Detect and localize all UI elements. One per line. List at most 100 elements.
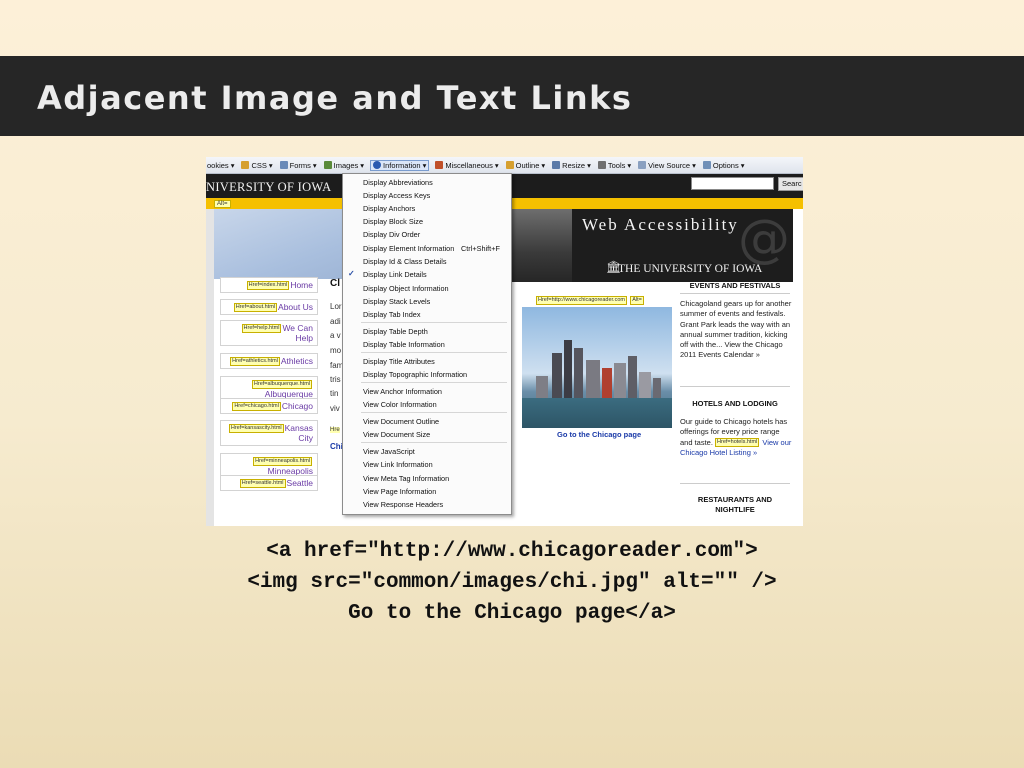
code-line-img-tag: <img src="common/images/chi.jpg" alt="" … [247, 571, 777, 594]
menu-item-view-javascript[interactable]: View JavaScript [363, 447, 415, 456]
info-icon [373, 161, 382, 169]
toolbar-view-source[interactable]: View Source ▾ [637, 161, 697, 170]
menu-item-view-link-information[interactable]: View Link Information [363, 460, 433, 469]
menu-item-view-color-information[interactable]: View Color Information [363, 400, 437, 409]
at-sign-graphic: @ [738, 209, 790, 269]
toolbar-tools-label: Tools [607, 160, 626, 170]
menu-item-display-stack-levels[interactable]: Display Stack Levels [363, 297, 430, 306]
nav-label: We Can Help [282, 323, 313, 344]
banner-person-photo [510, 209, 572, 282]
href-tag: Href=kansascity.html [228, 424, 284, 434]
pencil-icon [505, 161, 514, 169]
search-button[interactable]: Searc [778, 177, 803, 191]
content-link[interactable]: Chi [330, 442, 343, 451]
nav-label: Kansas City [284, 423, 313, 444]
nav-item-athletics[interactable]: Href=athletics.html Athletics [220, 353, 318, 370]
href-tag: Href=chicago.html [232, 402, 281, 412]
toolbar-images[interactable]: Images ▾ [323, 161, 365, 170]
chevron-down-icon: ▾ [692, 160, 696, 170]
form-icon [279, 161, 288, 169]
href-tag: Href=about.html [233, 303, 278, 313]
information-dropdown-menu: Display Abbreviations Display Access Key… [342, 173, 512, 515]
toolbar-forms-label: Forms [289, 160, 311, 170]
toolbar-outline[interactable]: Outline ▾ [505, 161, 547, 170]
resize-icon [552, 161, 561, 169]
pencil-icon [241, 161, 250, 169]
chevron-down-icon: ▾ [587, 160, 591, 170]
image-icon [323, 161, 332, 169]
toolbar-forms[interactable]: Forms ▾ [279, 161, 318, 170]
menu-item-display-anchors[interactable]: Display Anchors [363, 204, 415, 213]
menu-item-view-meta-tag-information[interactable]: View Meta Tag Information [363, 474, 449, 483]
left-rail [206, 209, 214, 526]
content-text: a v [330, 331, 341, 340]
content-heading: Cl [330, 278, 340, 289]
menu-item-display-access-keys[interactable]: Display Access Keys [363, 191, 430, 200]
toolbar-css-label: CSS [251, 160, 267, 170]
href-tag: Href=http://www.chicagoreader.com [536, 296, 627, 306]
toolbar-information[interactable]: Information ▾ [370, 159, 430, 171]
menu-item-view-document-outline[interactable]: View Document Outline [363, 417, 439, 426]
nav-item-about-us[interactable]: Href=about.html About Us [220, 299, 318, 316]
alt-attribute-tag: Alt= [630, 296, 644, 306]
events-text: Chicagoland gears up for another summer … [680, 299, 792, 360]
toolbar-tools[interactable]: Tools ▾ [597, 161, 632, 170]
chevron-down-icon: ▾ [494, 160, 499, 170]
menu-item-display-title-attributes[interactable]: Display Title Attributes [363, 357, 435, 366]
menu-item-display-table-depth[interactable]: Display Table Depth [363, 327, 428, 336]
alt-attribute-tag: Alt= [214, 200, 231, 208]
menu-item-display-link-details[interactable]: Display Link Details [363, 270, 427, 279]
menu-item-display-element-information[interactable]: Display Element Information [363, 244, 454, 253]
nav-item-home[interactable]: Href=index.html Home [220, 277, 318, 294]
menu-item-display-table-information[interactable]: Display Table Information [363, 340, 445, 349]
toolbar-information-label: Information [383, 160, 421, 170]
menu-item-display-topographic-information[interactable]: Display Topographic Information [363, 370, 467, 379]
toolbar-options-label: Options [712, 160, 739, 170]
content-text: Lor [330, 302, 342, 311]
toolbar-resize[interactable]: Resize ▾ [551, 161, 592, 170]
banner-university-name: THE UNIVERSITY OF IOWA [618, 263, 763, 275]
search-input[interactable] [691, 177, 774, 190]
events-heading: EVENTS AND FESTIVALS [689, 281, 781, 290]
menu-item-display-object-information[interactable]: Display Object Information [363, 284, 449, 293]
nav-item-seattle[interactable]: Href=seattle.html Seattle [220, 475, 318, 492]
chevron-down-icon: ▾ [740, 160, 745, 170]
menu-item-display-tab-index[interactable]: Display Tab Index [363, 310, 420, 319]
menu-separator [361, 442, 507, 443]
menu-item-display-block-size[interactable]: Display Block Size [363, 217, 423, 226]
nav-item-we-can-help[interactable]: Href=help.html We Can Help [220, 320, 318, 347]
chicago-skyline-image[interactable] [522, 307, 672, 428]
menu-item-view-page-information[interactable]: View Page Information [363, 487, 436, 496]
slide-title: Adjacent Image and Text Links [37, 79, 633, 117]
menu-item-display-div-order[interactable]: Display Div Order [363, 230, 420, 239]
content-text: viv [330, 404, 340, 413]
university-logo-text[interactable]: NIVERSITY OF IOWA [206, 180, 331, 195]
divider [680, 386, 790, 387]
toolbar-miscellaneous[interactable]: Miscellaneous ▾ [434, 161, 499, 170]
nav-label: Seattle [286, 478, 313, 488]
toolbar-cookies[interactable]: ookies ▾ [206, 161, 235, 170]
menu-item-display-abbreviations[interactable]: Display Abbreviations [363, 178, 433, 187]
menu-item-display-id-class-details[interactable]: Display Id & Class Details [363, 257, 447, 266]
toolbar-miscellaneous-label: Miscellaneous [445, 160, 493, 170]
divider [680, 483, 790, 484]
toolbar-options[interactable]: Options ▾ [702, 161, 746, 170]
toolbar-view-source-label: View Source [648, 160, 691, 170]
href-tag: Href=seattle.html [239, 479, 286, 489]
menu-item-view-document-size[interactable]: View Document Size [363, 430, 430, 439]
tools-icon [597, 161, 606, 169]
toolbar-css[interactable]: CSS ▾ [240, 161, 273, 170]
hotels-heading: HOTELS AND LODGING [692, 399, 778, 408]
chevron-down-icon: ▾ [360, 160, 365, 170]
restaurants-heading: RESTAURANTS AND NIGHTLIFE [697, 495, 773, 514]
divider [680, 293, 790, 294]
menu-item-view-response-headers[interactable]: View Response Headers [363, 500, 443, 509]
nav-item-chicago[interactable]: Href=chicago.html Chicago [220, 398, 318, 415]
menu-item-view-anchor-information[interactable]: View Anchor Information [363, 387, 442, 396]
menu-shortcut: Ctrl+Shift+F [461, 244, 500, 253]
href-tag: Href=index.html [246, 281, 290, 291]
menu-separator [361, 412, 507, 413]
chicago-page-link[interactable]: Go to the Chicago page [557, 430, 641, 439]
banner-title: Web Accessibility [582, 215, 739, 234]
nav-item-kansas-city[interactable]: Href=kansascity.html Kansas City [220, 420, 318, 447]
